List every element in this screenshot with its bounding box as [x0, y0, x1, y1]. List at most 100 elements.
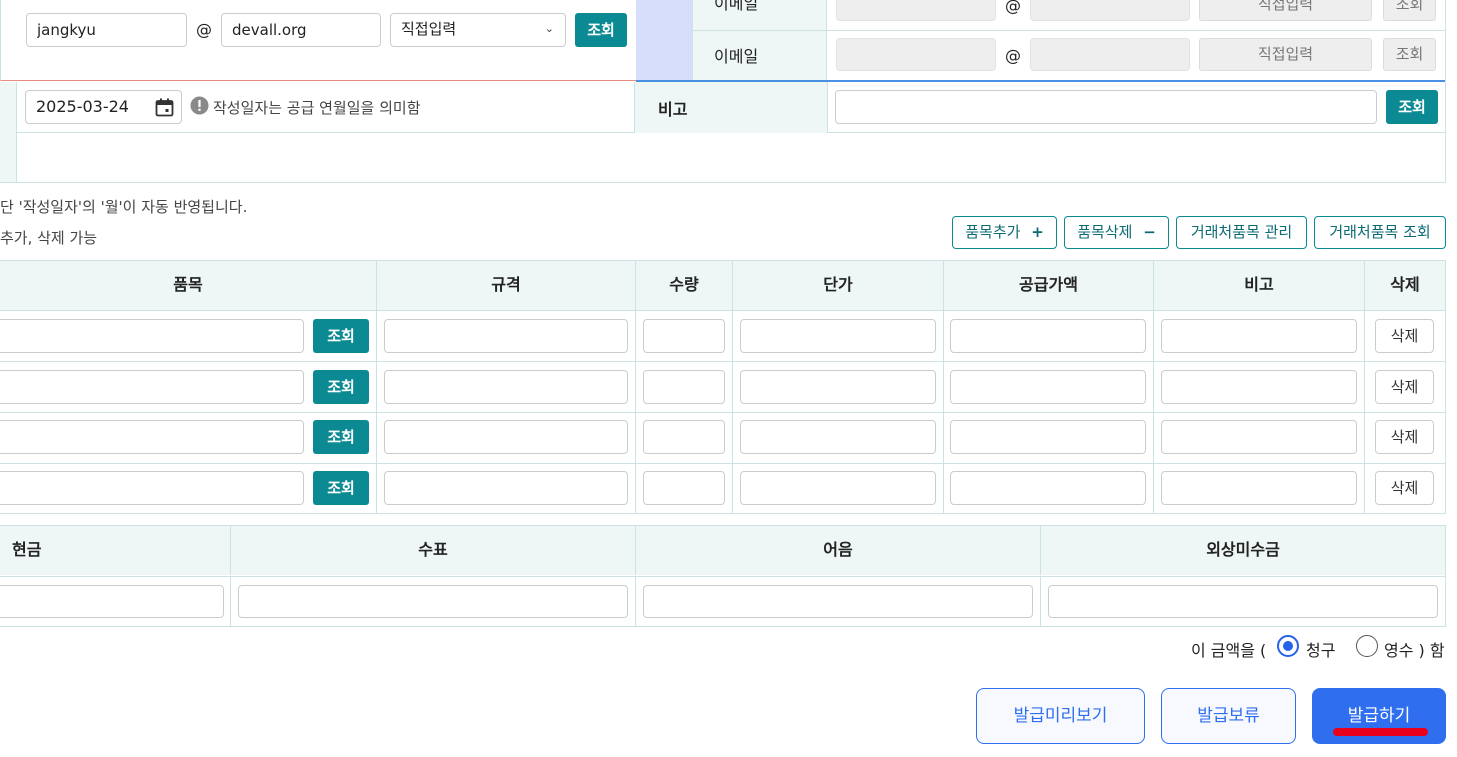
th-cash: 현금 — [0, 526, 231, 575]
spec-input[interactable] — [384, 370, 628, 404]
table-row: 조회 삭제 — [0, 311, 1446, 361]
th-receivable: 외상미수금 — [1041, 526, 1446, 575]
info-icon — [190, 96, 209, 115]
date-notice: 작성일자는 공급 연월일을 의미함 — [213, 99, 421, 117]
amount-input[interactable] — [950, 420, 1146, 454]
item-lookup-button[interactable]: 조회 — [313, 319, 369, 353]
email-right-at: @ — [1005, 46, 1021, 65]
date-value: 2025-03-24 — [36, 97, 129, 116]
hold-button[interactable]: 발급보류 — [1161, 688, 1296, 744]
price-input[interactable] — [740, 471, 936, 505]
email-right-label: 이메일 — [714, 47, 759, 66]
table-row: 조회 삭제 — [0, 413, 1446, 463]
th-amount: 공급가액 — [944, 261, 1154, 310]
qty-input[interactable] — [643, 471, 725, 505]
email-id-input[interactable] — [26, 13, 187, 47]
th-qty: 수량 — [636, 261, 733, 310]
email-right-id-input — [836, 38, 996, 71]
lookup-partner-items-button[interactable]: 거래처품목 조회 — [1314, 216, 1446, 249]
email-domain-select[interactable]: 직접입력 ⌄ — [390, 13, 566, 47]
remark-lookup-button[interactable]: 조회 — [1386, 90, 1438, 124]
price-input[interactable] — [740, 420, 936, 454]
item-name-input[interactable] — [0, 319, 304, 353]
price-input[interactable] — [740, 370, 936, 404]
table-row: 조회 삭제 — [0, 464, 1446, 513]
row-remark-input[interactable] — [1161, 370, 1357, 404]
add-item-button[interactable]: 품목추가 + — [952, 216, 1057, 249]
th-price: 단가 — [733, 261, 944, 310]
qty-input[interactable] — [643, 319, 725, 353]
item-name-input[interactable] — [0, 370, 304, 404]
th-item: 품목 — [0, 261, 377, 310]
table-row: 조회 삭제 — [0, 362, 1446, 412]
th-delete: 삭제 — [1365, 261, 1446, 310]
email-right-at-top: @ — [1005, 0, 1021, 15]
calendar-icon[interactable] — [155, 98, 174, 117]
add-item-label: 품목추가 — [965, 223, 1021, 241]
cash-input[interactable] — [0, 585, 224, 618]
spec-input[interactable] — [384, 471, 628, 505]
minus-icon: − — [1143, 223, 1156, 241]
chevron-down-icon: ⌄ — [544, 22, 554, 35]
radio-receipt-label[interactable]: 영수 ) 함 — [1384, 637, 1445, 661]
spec-input[interactable] — [384, 319, 628, 353]
receivable-input[interactable] — [1048, 585, 1438, 618]
item-lookup-button[interactable]: 조회 — [313, 471, 369, 505]
amount-input[interactable] — [950, 319, 1146, 353]
issue-button-label: 발급하기 — [1347, 706, 1411, 726]
payment-table: 현금 수표 어음 외상미수금 — [0, 525, 1446, 627]
email-lookup-button[interactable]: 조회 — [575, 13, 627, 47]
delete-row-button[interactable]: 삭제 — [1375, 319, 1434, 353]
radio-receipt[interactable] — [1356, 635, 1378, 657]
remark-label: 비고 — [658, 100, 688, 119]
email-right-select-top: 직접입력 — [1199, 0, 1372, 21]
item-lookup-button[interactable]: 조회 — [313, 370, 369, 404]
divider-strip — [636, 0, 692, 81]
manage-partner-items-button[interactable]: 거래처품목 관리 — [1176, 216, 1307, 249]
email-right-domain-input — [1030, 38, 1190, 71]
delete-row-button[interactable]: 삭제 — [1375, 420, 1434, 454]
delete-row-button[interactable]: 삭제 — [1375, 370, 1434, 404]
row-remark-input[interactable] — [1161, 471, 1357, 505]
remove-item-button[interactable]: 품목삭제 − — [1064, 216, 1169, 249]
row-remark-input[interactable] — [1161, 319, 1357, 353]
amount-input[interactable] — [950, 370, 1146, 404]
price-input[interactable] — [740, 319, 936, 353]
email-right-domain-top — [1030, 0, 1190, 21]
items-table: 품목 규격 수량 단가 공급가액 비고 삭제 조회 삭제 조회 삭제 조회 삭제… — [0, 260, 1446, 514]
delete-row-button[interactable]: 삭제 — [1375, 471, 1434, 505]
email-right-select: 직접입력 — [1199, 38, 1372, 71]
email-right-lookup-top: 조회 — [1383, 0, 1436, 21]
row-remark-input[interactable] — [1161, 420, 1357, 454]
item-name-input[interactable] — [0, 420, 304, 454]
item-lookup-button[interactable]: 조회 — [313, 420, 369, 454]
email-right-lookup-button: 조회 — [1383, 38, 1436, 71]
qty-input[interactable] — [643, 420, 725, 454]
check-input[interactable] — [238, 585, 628, 618]
email-at-symbol: @ — [196, 20, 212, 39]
amount-claim-prefix: 이 금액을 ( — [1191, 641, 1267, 660]
item-name-input[interactable] — [0, 471, 304, 505]
amount-input[interactable] — [950, 471, 1146, 505]
spec-input[interactable] — [384, 420, 628, 454]
note-input[interactable] — [643, 585, 1033, 618]
remove-item-label: 품목삭제 — [1077, 223, 1133, 241]
email-domain-select-value: 직접입력 — [401, 20, 457, 38]
preview-button[interactable]: 발급미리보기 — [976, 688, 1145, 744]
plus-icon: + — [1031, 223, 1044, 241]
blank-row — [0, 133, 1446, 183]
note-line-2: 추가, 삭제 가능 — [0, 229, 98, 247]
th-check: 수표 — [231, 526, 636, 575]
qty-input[interactable] — [643, 370, 725, 404]
email-right-label-cell — [692, 0, 827, 81]
email-domain-input[interactable] — [221, 13, 381, 47]
note-line-1: 단 '작성일자'의 '월'이 자동 반영됩니다. — [0, 198, 248, 216]
radio-claim[interactable] — [1277, 635, 1299, 657]
th-remark: 비고 — [1154, 261, 1365, 310]
date-input[interactable]: 2025-03-24 — [25, 90, 182, 124]
remark-input[interactable] — [835, 90, 1377, 124]
email-right-label-top: 이메일 — [714, 0, 759, 13]
th-note: 어음 — [636, 526, 1041, 575]
issue-highlight-underline — [1333, 728, 1428, 736]
radio-claim-label[interactable]: 청구 — [1306, 637, 1335, 661]
